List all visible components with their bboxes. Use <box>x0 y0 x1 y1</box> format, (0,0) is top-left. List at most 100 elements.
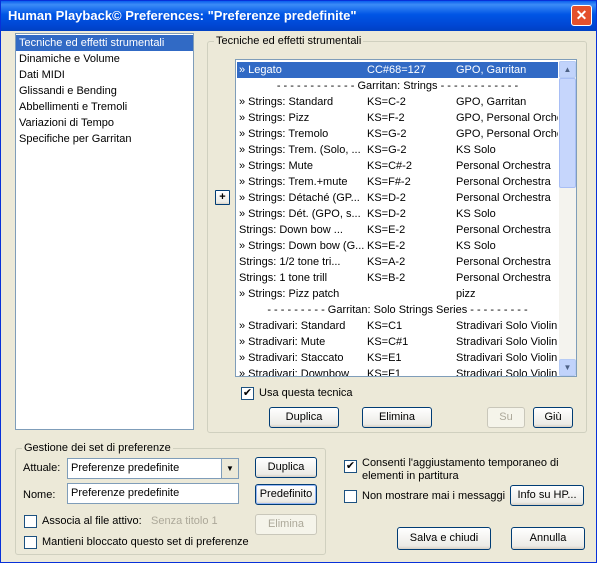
technique-row[interactable]: » Strings: Down bow (G... KS=E-2 KS Solo <box>237 238 558 254</box>
duplicate-technique-button[interactable]: Duplica <box>269 407 339 428</box>
technique-row[interactable]: » Stradivari: Staccato KS=E1 Stradivari So… <box>237 350 558 366</box>
technique-name: » Strings: Pizz <box>239 112 310 124</box>
category-item[interactable]: Abbellimenti e Tremoli <box>16 99 193 115</box>
technique-key: KS=D-2 <box>367 208 406 220</box>
technique-target: Stradivari Solo Violin <box>456 336 558 348</box>
technique-row[interactable]: » Strings: Pizz KS=F-2 GPO, Personal Orche… <box>237 110 558 126</box>
scroll-down-button[interactable]: ▼ <box>559 359 576 376</box>
technique-row[interactable]: Strings: 1 tone trill KS=B-2 Personal Orch… <box>237 270 558 286</box>
expand-button[interactable]: + <box>215 190 230 205</box>
technique-list[interactable]: » Legato CC#68=127 GPO, Garritan - - - - - … <box>235 59 577 377</box>
temp-adjust-checkbox[interactable]: ✔ <box>344 460 357 473</box>
presets-group-label: Gestione dei set di preferenze <box>24 442 171 454</box>
technique-key: KS=F-2 <box>367 112 405 124</box>
category-item[interactable]: Dati MIDI <box>16 67 193 83</box>
info-hp-button[interactable]: Info su HP... <box>510 485 584 506</box>
delete-technique-button[interactable]: Elimina <box>362 407 432 428</box>
technique-row[interactable]: Strings: Down bow ... KS=E-2 Personal Orch… <box>237 222 558 238</box>
title-bar[interactable]: Human Playback© Preferences: "Preferenze… <box>1 1 596 31</box>
technique-target: GPO, Personal Orches <box>456 128 558 140</box>
technique-row[interactable]: » Stradivari: Standard KS=C1 Stradivari So… <box>237 318 558 334</box>
technique-key: KS=G-2 <box>367 128 407 140</box>
technique-row[interactable]: » Strings: Mute KS=C#-2 Personal Orchestra <box>237 158 558 174</box>
current-preset-select[interactable]: Preferenze predefinite ▼ <box>67 458 239 479</box>
technique-name: » Stradivari: Mute <box>239 336 326 348</box>
technique-target: Personal Orchestra <box>456 272 551 284</box>
technique-name: Strings: 1/2 tone tri... <box>239 256 341 268</box>
associated-file-name: Senza titolo 1 <box>151 515 218 527</box>
technique-target: KS Solo <box>456 144 496 156</box>
delete-preset-button[interactable]: Elimina <box>255 514 317 535</box>
close-button[interactable]: ✕ <box>571 5 592 26</box>
technique-key: KS=E-2 <box>367 240 406 252</box>
move-down-button[interactable]: Giù <box>533 407 573 428</box>
technique-key: KS=F1 <box>367 368 401 377</box>
category-list[interactable]: Tecniche ed effetti strumentali Dinamiche… <box>15 33 194 430</box>
dropdown-button[interactable]: ▼ <box>221 459 238 478</box>
technique-key: KS=D-2 <box>367 192 406 204</box>
technique-key: KS=E1 <box>367 352 402 364</box>
technique-key: KS=C#-2 <box>367 160 412 172</box>
category-item[interactable]: Glissandi e Bending <box>16 83 193 99</box>
cancel-button[interactable]: Annulla <box>511 527 585 550</box>
technique-row[interactable]: Strings: 1/2 tone tri... KS=A-2 Personal O… <box>237 254 558 270</box>
technique-key: KS=G-2 <box>367 144 407 156</box>
technique-key: KS=C-2 <box>367 96 406 108</box>
never-show-checkbox[interactable] <box>344 490 357 503</box>
associate-file-checkbox[interactable] <box>24 515 37 528</box>
current-label: Attuale: <box>23 462 61 474</box>
move-up-button[interactable]: Su <box>487 407 525 428</box>
technique-row[interactable]: » Legato CC#68=127 GPO, Garritan <box>237 62 558 78</box>
duplicate-preset-button[interactable]: Duplica <box>255 457 317 478</box>
technique-separator: - - - - - - - - - - - - Garritan: String… <box>276 80 519 92</box>
default-preset-button[interactable]: Predefinito <box>255 484 317 505</box>
technique-target: Personal Orchestra <box>456 192 551 204</box>
technique-row[interactable]: » Strings: Standard KS=C-2 GPO, Garritan <box>237 94 558 110</box>
plus-icon: + <box>219 191 226 203</box>
category-item[interactable]: Variazioni di Tempo <box>16 115 193 131</box>
arrow-down-icon: ▼ <box>563 363 572 372</box>
technique-name: » Strings: Tremolo <box>239 128 329 140</box>
technique-key: CC#68=127 <box>367 64 427 76</box>
technique-target: Stradivari Solo Violin <box>456 352 558 364</box>
technique-row[interactable]: » Strings: Trem.+mute KS=F#-2 Personal Orc… <box>237 174 558 190</box>
scroll-up-button[interactable]: ▲ <box>559 61 576 78</box>
associate-file-label: Associa al file attivo: <box>42 515 142 527</box>
technique-key: KS=C#1 <box>367 336 409 348</box>
category-item[interactable]: Dinamiche e Volume <box>16 51 193 67</box>
technique-name: » Stradivari: Downbow <box>239 368 350 377</box>
save-close-button[interactable]: Salva e chiudi <box>397 527 491 550</box>
technique-key: KS=C1 <box>367 320 403 332</box>
use-technique-checkbox[interactable]: ✔ <box>241 387 254 400</box>
scroll-thumb[interactable] <box>559 78 576 188</box>
technique-row[interactable]: » Strings: Dét. (GPO, s... KS=D-2 KS Solo <box>237 206 558 222</box>
technique-target: Personal Orchestra <box>456 160 551 172</box>
techniques-group-label: Tecniche ed effetti strumentali <box>216 35 362 47</box>
window-title: Human Playback© Preferences: "Preferenze… <box>8 8 357 23</box>
preferences-dialog: Human Playback© Preferences: "Preferenze… <box>0 0 597 563</box>
technique-name: » Strings: Mute <box>239 160 313 172</box>
name-label: Nome: <box>23 489 56 501</box>
technique-row[interactable]: » Strings: Détaché (GP... KS=D-2 Personal … <box>237 190 558 206</box>
keep-locked-checkbox[interactable] <box>24 536 37 549</box>
technique-separator: - - - - - - - - - Garritan: Solo Strings… <box>267 304 528 316</box>
category-item[interactable]: Tecniche ed effetti strumentali <box>16 35 193 51</box>
technique-target: GPO, Personal Orches <box>456 112 558 124</box>
technique-rows: » Legato CC#68=127 GPO, Garritan - - - - - … <box>237 62 558 376</box>
technique-target: KS Solo <box>456 240 496 252</box>
technique-row[interactable]: » Strings: Pizz patch pizz <box>237 286 558 302</box>
technique-row[interactable]: » Strings: Tremolo KS=G-2 GPO, Personal Or… <box>237 126 558 142</box>
check-icon: ✔ <box>345 460 356 472</box>
technique-row[interactable]: » Stradivari: Mute KS=C#1 Stradivari Solo … <box>237 334 558 350</box>
technique-key: KS=A-2 <box>367 256 406 268</box>
technique-key: KS=E-2 <box>367 224 406 236</box>
preset-name-field[interactable]: Preferenze predefinite <box>67 483 239 504</box>
category-item[interactable]: Specifiche per Garritan <box>16 131 193 147</box>
technique-row[interactable]: » Strings: Trem. (Solo, ... KS=G-2 KS Solo <box>237 142 558 158</box>
never-show-label: Non mostrare mai i messaggi <box>362 490 506 502</box>
technique-row[interactable]: » Stradivari: Downbow KS=F1 Stradivari Sol… <box>237 366 558 377</box>
technique-scrollbar[interactable]: ▲ ▼ <box>559 61 576 376</box>
technique-name: » Stradivari: Standard <box>239 320 346 332</box>
technique-target: Personal Orchestra <box>456 176 551 188</box>
technique-target: Personal Orchestra <box>456 224 551 236</box>
